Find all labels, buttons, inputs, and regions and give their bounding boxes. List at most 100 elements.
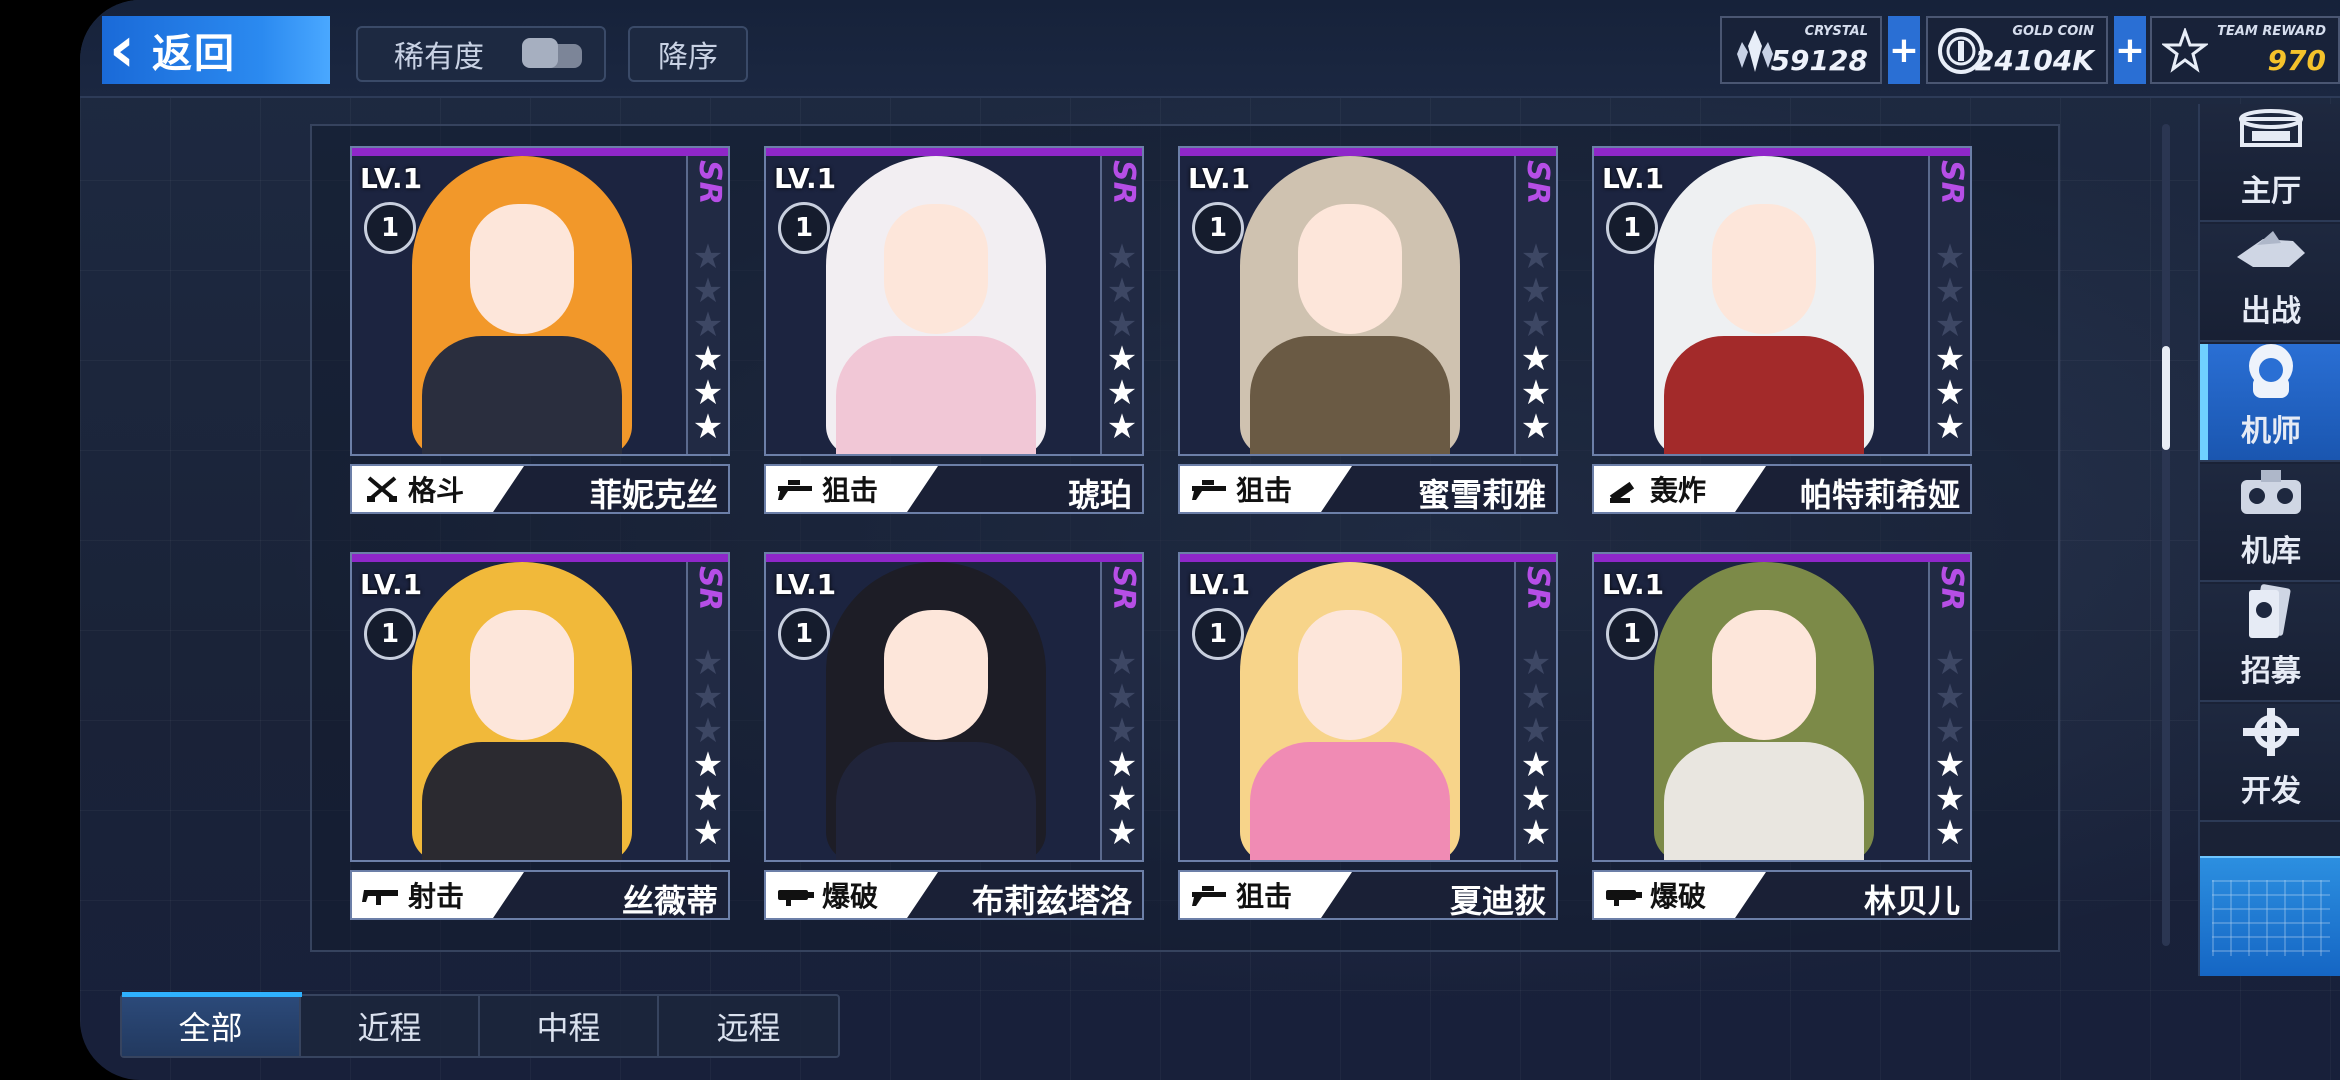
sniper-icon bbox=[1190, 880, 1230, 910]
scrollbar-thumb[interactable] bbox=[2162, 346, 2170, 450]
portrait-face bbox=[1298, 204, 1402, 334]
sortie-icon bbox=[2231, 224, 2311, 280]
rarity-label: SR bbox=[1934, 160, 1969, 205]
pilot-card[interactable]: SR ★ ★ ★ ★ ★ ★ LV.1 1 射击 丝薇蒂 bbox=[350, 552, 730, 920]
pilot-label-bar: 狙击 夏迪荻 bbox=[1178, 870, 1558, 920]
pilot-portrait-frame: SR ★ ★ ★ ★ ★ ★ LV.1 1 bbox=[1592, 146, 1972, 456]
role-label: 爆破 bbox=[1650, 880, 1707, 913]
star-filled-icon: ★ bbox=[1934, 745, 1966, 785]
rarity-sort-toggle[interactable]: 稀有度 bbox=[356, 26, 606, 82]
add-crystal-button[interactable]: + bbox=[1888, 16, 1920, 84]
back-button[interactable]: ‹ 返回 bbox=[102, 16, 330, 84]
rarity-stripe bbox=[766, 554, 1142, 562]
portrait-outfit bbox=[1664, 336, 1864, 454]
pilot-portrait-frame: SR ★ ★ ★ ★ ★ ★ LV.1 1 bbox=[1178, 552, 1558, 862]
pilot-card[interactable]: SR ★ ★ ★ ★ ★ ★ LV.1 1 狙击 琥珀 bbox=[764, 146, 1144, 514]
bomber-icon bbox=[1604, 474, 1644, 504]
star-empty-icon: ★ bbox=[1106, 305, 1138, 345]
pilot-card[interactable]: SR ★ ★ ★ ★ ★ ★ LV.1 1 格斗 菲妮克丝 bbox=[350, 146, 730, 514]
role-label: 爆破 bbox=[822, 880, 879, 913]
rarity-label: SR bbox=[1106, 566, 1141, 611]
level-label: LV.1 bbox=[360, 162, 423, 195]
star-filled-icon: ★ bbox=[1520, 373, 1552, 413]
role-label: 轰炸 bbox=[1650, 474, 1707, 507]
star-rating: ★ ★ ★ ★ ★ ★ bbox=[1102, 240, 1142, 444]
nav-item-recruit[interactable]: 招募 bbox=[2200, 584, 2340, 702]
team-reward-counter: TEAM REWARD 970 bbox=[2150, 16, 2340, 84]
star-empty-icon: ★ bbox=[1934, 305, 1966, 345]
role-tag: 轰炸 bbox=[1594, 466, 1766, 512]
star-empty-icon: ★ bbox=[1934, 643, 1966, 683]
pilot-portrait bbox=[766, 562, 1100, 860]
role-label: 格斗 bbox=[408, 474, 465, 507]
pilot-card[interactable]: SR ★ ★ ★ ★ ★ ★ LV.1 1 爆破 林贝儿 bbox=[1592, 552, 1972, 920]
level-badge: 1 bbox=[1192, 202, 1244, 254]
sniper-icon bbox=[1190, 474, 1230, 504]
portrait-face bbox=[1298, 610, 1402, 740]
range-tab[interactable]: 全部 bbox=[122, 992, 302, 1056]
nav-item-sortie[interactable]: 出战 bbox=[2200, 224, 2340, 342]
sort-order-button[interactable]: 降序 bbox=[628, 26, 748, 82]
star-filled-icon: ★ bbox=[1934, 779, 1966, 819]
nav-item-label: 主厅 bbox=[2241, 174, 2301, 209]
pilot-portrait bbox=[1180, 156, 1514, 454]
rarity-stripe bbox=[766, 148, 1142, 156]
gold-coin-counter: GOLD COIN 24104K bbox=[1926, 16, 2108, 84]
pilot-card[interactable]: SR ★ ★ ★ ★ ★ ★ LV.1 1 狙击 蜜雪莉雅 bbox=[1178, 146, 1558, 514]
star-empty-icon: ★ bbox=[692, 305, 724, 345]
add-gold-button[interactable]: + bbox=[2114, 16, 2146, 84]
level-badge: 1 bbox=[1192, 608, 1244, 660]
star-filled-icon: ★ bbox=[1520, 779, 1552, 819]
pilot-name: 菲妮克丝 bbox=[589, 476, 718, 514]
portrait-face bbox=[1712, 204, 1816, 334]
level-badge: 1 bbox=[1606, 608, 1658, 660]
star-empty-icon: ★ bbox=[692, 643, 724, 683]
range-tab[interactable]: 近程 bbox=[301, 996, 480, 1056]
pilot-name: 帕特莉希娅 bbox=[1799, 476, 1960, 514]
rarity-label: SR bbox=[1520, 566, 1555, 611]
rarity-stripe bbox=[352, 554, 728, 562]
pilot-card[interactable]: SR ★ ★ ★ ★ ★ ★ LV.1 1 轰炸 帕特莉希娅 bbox=[1592, 146, 1972, 514]
range-filter-tabs: 全部 近程 中程 远程 bbox=[120, 992, 840, 1058]
demolition-icon bbox=[776, 880, 816, 910]
crystal-counter: CRYSTAL 59128 bbox=[1720, 16, 1882, 84]
role-tag: 爆破 bbox=[766, 872, 938, 918]
pilot-card[interactable]: SR ★ ★ ★ ★ ★ ★ LV.1 1 爆破 布莉兹塔洛 bbox=[764, 552, 1144, 920]
pilot-portrait bbox=[1594, 562, 1928, 860]
develop-icon bbox=[2231, 704, 2311, 760]
star-rating: ★ ★ ★ ★ ★ ★ bbox=[688, 646, 728, 850]
nav-item-pilot[interactable]: 机师 bbox=[2200, 344, 2340, 462]
portrait-outfit bbox=[422, 742, 622, 860]
nav-item-develop[interactable]: 开发 bbox=[2200, 704, 2340, 822]
nav-item-hangar[interactable]: 机库 bbox=[2200, 464, 2340, 582]
chevron-left-icon: ‹ bbox=[108, 13, 136, 87]
range-tab[interactable]: 远程 bbox=[659, 996, 838, 1056]
pilot-portrait bbox=[352, 156, 686, 454]
range-tab[interactable]: 中程 bbox=[480, 996, 659, 1056]
pilot-name: 布莉兹塔洛 bbox=[971, 882, 1132, 920]
scrollbar[interactable] bbox=[2162, 124, 2170, 946]
pilot-card[interactable]: SR ★ ★ ★ ★ ★ ★ LV.1 1 狙击 夏迪荻 bbox=[1178, 552, 1558, 920]
pilot-name: 丝薇蒂 bbox=[621, 882, 718, 920]
nav-item-label: 机师 bbox=[2241, 414, 2301, 449]
star-empty-icon: ★ bbox=[1934, 271, 1966, 311]
nav-item-hall[interactable]: 主厅 bbox=[2200, 104, 2340, 222]
role-tag: 狙击 bbox=[766, 466, 938, 512]
nav-extra-panel[interactable] bbox=[2200, 856, 2340, 976]
rarity-label: SR bbox=[1934, 566, 1969, 611]
star-filled-icon: ★ bbox=[692, 373, 724, 413]
star-filled-icon: ★ bbox=[692, 339, 724, 379]
portrait-outfit bbox=[1250, 336, 1450, 454]
portrait-outfit bbox=[422, 336, 622, 454]
level-label: LV.1 bbox=[360, 568, 423, 601]
star-filled-icon: ★ bbox=[1934, 339, 1966, 379]
level-label: LV.1 bbox=[1602, 568, 1665, 601]
portrait-outfit bbox=[1664, 742, 1864, 860]
role-label: 狙击 bbox=[1236, 474, 1293, 507]
back-label: 返回 bbox=[152, 31, 236, 77]
rarity-stripe bbox=[352, 148, 728, 156]
top-bar: ‹ 返回 稀有度 降序 CRYSTAL 59128 + GOLD COIN 24… bbox=[80, 0, 2340, 98]
star-empty-icon: ★ bbox=[692, 677, 724, 717]
rifle-icon bbox=[362, 880, 402, 910]
rarity-sort-label: 稀有度 bbox=[394, 40, 484, 75]
